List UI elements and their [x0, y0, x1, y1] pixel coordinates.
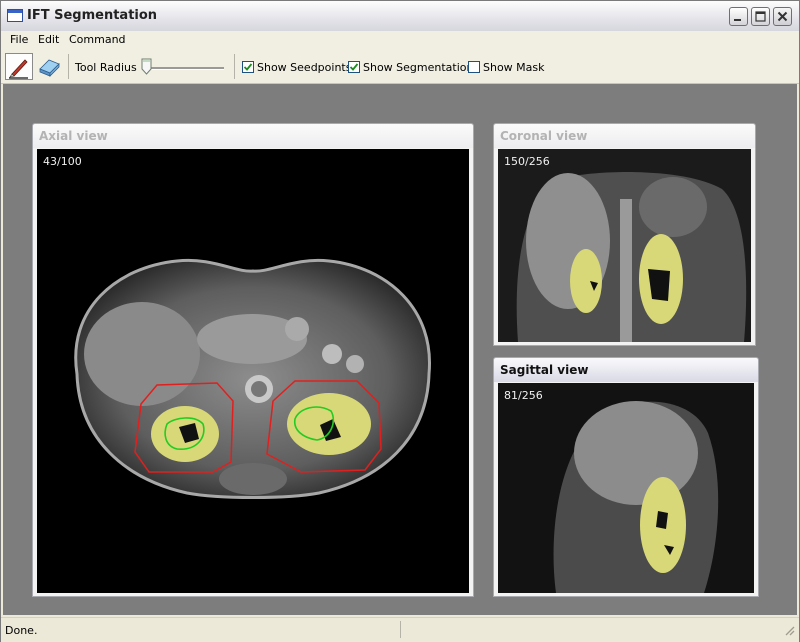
- show-seedpoints-checkbox[interactable]: [242, 61, 254, 73]
- sagittal-view-panel: Sagittal view 81/256: [493, 357, 759, 597]
- minimize-button[interactable]: [729, 7, 748, 26]
- app-window-icon: [7, 9, 23, 22]
- status-separator: [400, 621, 401, 638]
- axial-ct-image: [74, 258, 431, 499]
- eraser-icon: [39, 59, 60, 77]
- sagittal-image-viewport[interactable]: 81/256: [498, 383, 754, 593]
- sagittal-ct-image: [498, 383, 754, 593]
- show-segmentation-checkbox[interactable]: [348, 61, 360, 73]
- toolbar-separator: [234, 54, 235, 79]
- maximize-icon: [755, 11, 766, 22]
- checkmark-icon: [243, 63, 253, 71]
- maximize-button[interactable]: [751, 7, 770, 26]
- menu-file[interactable]: File: [10, 33, 28, 46]
- show-mask-label[interactable]: Show Mask: [483, 61, 545, 74]
- workspace: Axial view 43/100 Coronal view 150/256 S…: [3, 84, 797, 615]
- coronal-view-panel: Coronal view 150/256: [493, 123, 756, 346]
- resize-grip-icon[interactable]: [783, 624, 795, 636]
- title-bar[interactable]: IFT Segmentation: [1, 1, 799, 32]
- app-window: IFT Segmentation File Edit Command Tool …: [0, 0, 800, 642]
- show-segmentation-label[interactable]: Show Segmentation: [363, 61, 474, 74]
- axial-view-title[interactable]: Axial view: [33, 124, 473, 148]
- pencil-tool-button[interactable]: [5, 53, 33, 80]
- coronal-image-viewport[interactable]: 150/256: [498, 149, 751, 342]
- show-seedpoints-label[interactable]: Show Seedpoints: [257, 61, 351, 74]
- menu-bar: File Edit Command: [1, 31, 799, 50]
- sagittal-slice-indicator: 81/256: [504, 389, 543, 402]
- axial-image-viewport[interactable]: 43/100: [37, 149, 469, 593]
- close-icon: [777, 11, 788, 22]
- toolbar: Tool Radius Show Seedpoints Show Segment…: [1, 50, 799, 84]
- eraser-tool-button[interactable]: [36, 53, 64, 80]
- menu-command[interactable]: Command: [69, 33, 126, 46]
- window-title: IFT Segmentation: [27, 8, 158, 23]
- axial-slice-indicator: 43/100: [43, 155, 82, 168]
- menu-edit[interactable]: Edit: [38, 33, 59, 46]
- tool-radius-slider-thumb[interactable]: [141, 58, 152, 75]
- coronal-ct-image: [498, 149, 751, 342]
- status-text: Done.: [5, 624, 38, 637]
- status-bar: Done.: [1, 617, 799, 642]
- sagittal-view-title[interactable]: Sagittal view: [494, 358, 758, 382]
- tool-radius-slider[interactable]: [144, 67, 224, 70]
- close-button[interactable]: [773, 7, 792, 26]
- tool-radius-label: Tool Radius: [75, 61, 137, 74]
- checkmark-icon: [349, 63, 359, 71]
- coronal-slice-indicator: 150/256: [504, 155, 550, 168]
- minimize-icon: [734, 19, 741, 21]
- show-mask-checkbox[interactable]: [468, 61, 480, 73]
- coronal-view-title[interactable]: Coronal view: [494, 124, 755, 148]
- toolbar-separator: [68, 54, 69, 79]
- pencil-icon: [9, 59, 28, 79]
- axial-view-panel: Axial view 43/100: [32, 123, 474, 597]
